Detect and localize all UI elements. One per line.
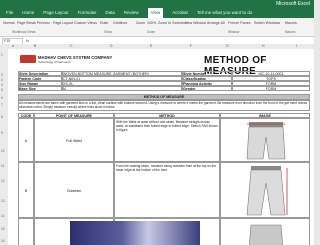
meta-label: Gender [182, 86, 232, 91]
row-15[interactable]: 15 [1, 227, 5, 231]
row-image-cell [220, 118, 310, 162]
arrange-all-button[interactable]: Arrange All [207, 21, 225, 27]
row-3[interactable]: 3 [1, 78, 3, 82]
row-code-empty[interactable] [18, 218, 34, 245]
row-code[interactable]: B [18, 162, 34, 218]
macros-button[interactable]: Macros [285, 21, 297, 27]
group-window: Window [228, 30, 240, 34]
row-14[interactable]: 14 [1, 214, 5, 218]
row-6[interactable]: 6 [1, 96, 3, 100]
ribbon: Normal Page Break Preview Page Layout Cu… [0, 18, 314, 37]
zoom-100-button[interactable]: 100% [147, 21, 156, 27]
row-10[interactable]: 10 [1, 149, 5, 153]
tab-page-layout[interactable]: Page Layout [43, 8, 68, 18]
row-1[interactable]: 1 [1, 53, 3, 57]
meta-label: Base Size [18, 86, 62, 91]
title-bar: Microsoft Excel [0, 0, 314, 8]
tab-data[interactable]: Data [105, 8, 115, 18]
pants-partial-image [249, 224, 283, 245]
group-show: Show [104, 30, 112, 34]
pants-waist-image [246, 122, 286, 160]
row-7[interactable]: 7 [1, 103, 3, 107]
row-image-empty [220, 218, 310, 245]
fx-icon[interactable]: fx [26, 37, 29, 44]
group-workbook-views: Workbook Views [12, 30, 36, 34]
ruler-checkbox[interactable]: Ruler [100, 21, 109, 27]
ribbon-tabs: File Home Page Layout Formulas Data Revi… [0, 8, 314, 18]
tab-file[interactable]: File [6, 8, 13, 18]
custom-views-button[interactable]: Custom Views [74, 21, 97, 27]
row-2[interactable]: 2 [1, 73, 3, 77]
zoom-button[interactable]: Zoom [136, 21, 145, 27]
row-11[interactable]: 11 [1, 164, 4, 168]
row-4[interactable]: 4 [1, 83, 3, 87]
company-subtitle: Technology of Garments [38, 60, 71, 64]
group-macros: Macros [285, 30, 296, 34]
row-method[interactable]: With the Waist at waist without and stra… [114, 118, 220, 162]
group-zoom: Zoom [147, 30, 156, 34]
page-break-preview-button[interactable]: Page Break Preview [17, 21, 50, 27]
tab-formulas[interactable]: Formulas [78, 8, 97, 18]
row-point[interactable]: Outseam [34, 162, 114, 218]
window-title: Microsoft Excel [276, 1, 310, 7]
row-code[interactable]: A [18, 118, 34, 162]
row-16[interactable]: 16 [1, 239, 5, 243]
row-8[interactable]: 8 [1, 115, 3, 119]
company-logo [20, 55, 36, 63]
tell-me-box[interactable]: Tell me what you want to do [197, 8, 253, 18]
intro-text[interactable]: All measurements are taken with garment … [18, 100, 310, 111]
row-image-cell [220, 162, 310, 218]
new-window-button[interactable]: New Window [185, 21, 206, 27]
meta-value[interactable]: FORM [232, 86, 310, 91]
row-12[interactable]: 12 [1, 179, 5, 183]
tab-review[interactable]: Review [124, 8, 139, 18]
row-9[interactable]: 9 [1, 131, 3, 135]
garment-photo [70, 221, 200, 245]
tab-acrobat[interactable]: Acrobat [172, 8, 188, 18]
meta-value[interactable]: M [62, 86, 182, 91]
row-5[interactable]: 5 [1, 88, 3, 92]
excel-window: Microsoft Excel File Home Page Layout Fo… [0, 0, 314, 245]
tab-view[interactable]: View [147, 8, 164, 18]
gridlines-checkbox[interactable]: Gridlines [113, 21, 127, 27]
normal-view-button[interactable]: Normal [3, 21, 15, 27]
row-13[interactable]: 13 [1, 199, 5, 203]
freeze-panes-button[interactable]: Freeze Panes [228, 21, 250, 27]
worksheet[interactable]: MADHAV CHEVS SYSTEM COMPANY Technology o… [8, 49, 314, 245]
row-method[interactable]: From the waising seam, measure along out… [114, 162, 220, 218]
zoom-selection-button[interactable]: Zoom to Selection [158, 21, 187, 27]
page-layout-button[interactable]: Page Layout [53, 21, 73, 27]
pants-outseam-image [246, 166, 288, 216]
switch-windows-button[interactable]: Switch Windows [254, 21, 280, 27]
row-point[interactable]: Full Waist [34, 118, 114, 162]
tab-home[interactable]: Home [22, 8, 34, 18]
